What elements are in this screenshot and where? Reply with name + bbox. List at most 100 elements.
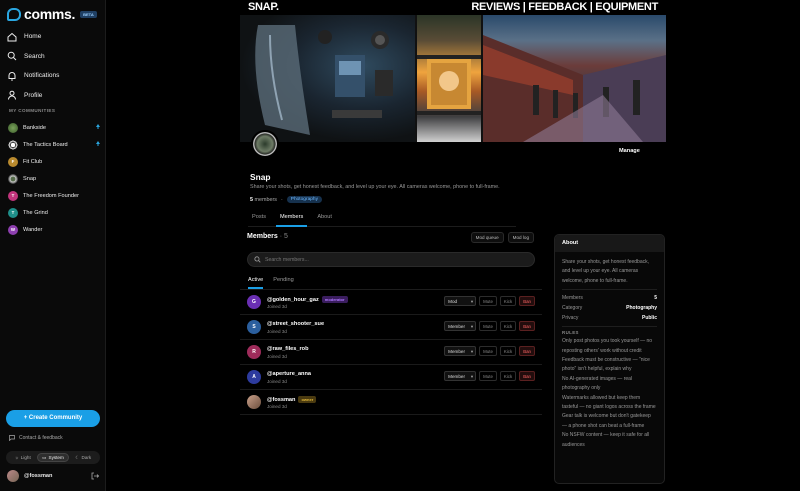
search-members-field[interactable]: Search members...: [247, 252, 535, 267]
community-freedom-founder[interactable]: T The Freedom Founder: [8, 187, 100, 204]
community-label: The Tactics Board: [23, 141, 68, 148]
mod-log-button[interactable]: Mod log: [507, 232, 534, 243]
rule-item: Gear talk is welcome but don't gatekeep …: [562, 413, 651, 429]
ban-button[interactable]: Ban: [519, 346, 535, 356]
search-icon: [7, 51, 17, 61]
rules-title: RULES: [562, 330, 579, 336]
mute-button[interactable]: Mute: [479, 296, 497, 306]
member-joined: Joined 3d: [267, 329, 287, 334]
community-the-grind[interactable]: T The Grind: [8, 204, 100, 221]
nav-home[interactable]: Home: [7, 27, 103, 47]
app-logo[interactable]: comms. BETA: [7, 6, 97, 22]
avatar[interactable]: [247, 395, 261, 409]
community-fit-club[interactable]: F Fit Club: [8, 153, 100, 170]
chat-icon: [9, 435, 15, 441]
mute-button[interactable]: Mute: [479, 346, 497, 356]
community-bankside[interactable]: Bankside: [8, 119, 100, 136]
search-icon: [254, 256, 261, 263]
logout-icon[interactable]: [91, 472, 99, 480]
street-illustration: [483, 35, 666, 142]
kick-button[interactable]: Kick: [499, 321, 517, 331]
rule-item: No AI-generated images — real photograph…: [562, 375, 633, 392]
mute-button[interactable]: Mute: [479, 321, 497, 331]
role-select[interactable]: Member: [444, 346, 477, 356]
community-meta: 5 members · Photography: [250, 196, 322, 203]
community-wander[interactable]: W Wander: [8, 221, 100, 238]
theme-light[interactable]: ☼ Light: [8, 453, 37, 462]
role-select[interactable]: Member: [444, 321, 477, 331]
community-snap[interactable]: Snap: [8, 170, 100, 187]
beta-badge: BETA: [80, 10, 97, 18]
role-select[interactable]: Member: [444, 371, 477, 381]
community-tactics-board[interactable]: The Tactics Board: [8, 136, 100, 153]
manage-button[interactable]: Manage: [619, 148, 640, 154]
category-tag[interactable]: Photography: [286, 196, 322, 203]
community-tabs: Posts Members About: [248, 211, 516, 227]
about-category: Category Photography: [555, 303, 664, 313]
member-handle[interactable]: @golden_hour_gaz: [267, 297, 319, 303]
contact-feedback-link[interactable]: Contact & feedback: [9, 435, 63, 441]
avatar[interactable]: S: [247, 320, 261, 334]
theme-switcher: ☼ Light ▭ System ☾ Dark: [6, 451, 100, 464]
member-actions: Member Mute Kick Ban: [444, 346, 535, 356]
about-privacy: Privacy Public: [555, 313, 664, 323]
member-handle[interactable]: @aperture_anna: [267, 371, 311, 377]
community-avatar: W: [8, 224, 18, 235]
theme-system-label: System: [48, 455, 64, 460]
member-handle[interactable]: @fossman: [267, 397, 295, 403]
theme-dark[interactable]: ☾ Dark: [69, 453, 98, 462]
mute-button[interactable]: Mute: [479, 371, 497, 381]
avatar[interactable]: R: [247, 345, 261, 359]
soccer-ball-icon: [8, 139, 18, 150]
tab-active[interactable]: Active: [248, 275, 264, 289]
site-nav: REVIEWS | FEEDBACK | EQUIPMENT: [471, 1, 658, 13]
kick-button[interactable]: Kick: [499, 346, 517, 356]
about-category-label: Category: [562, 305, 583, 312]
community-banner: [240, 15, 666, 142]
member-handle[interactable]: @street_shooter_sue: [267, 321, 324, 327]
community-avatar-large: [251, 130, 279, 158]
divider: [562, 326, 657, 328]
banner-image-film: [417, 15, 481, 142]
nav-home-label: Home: [24, 33, 42, 41]
tab-about[interactable]: About: [313, 211, 336, 227]
member-name-line: @golden_hour_gaz moderator: [267, 296, 348, 303]
contact-label: Contact & feedback: [19, 435, 63, 441]
ban-button[interactable]: Ban: [519, 321, 535, 331]
ban-button[interactable]: Ban: [519, 371, 535, 381]
tab-members[interactable]: Members: [276, 211, 308, 227]
member-actions: Member Mute Kick Ban: [444, 371, 535, 381]
tab-posts[interactable]: Posts: [248, 211, 270, 227]
tab-pending[interactable]: Pending: [273, 275, 294, 289]
unread-icon: [96, 124, 100, 129]
community-avatar: F: [8, 156, 18, 167]
role-select[interactable]: Mod: [444, 296, 477, 306]
community-avatar: [8, 122, 18, 133]
community-label: The Freedom Founder: [23, 192, 79, 199]
member-status-tabs: Active Pending: [240, 275, 542, 290]
theme-system[interactable]: ▭ System: [37, 453, 69, 462]
community-label: Fit Club: [23, 158, 43, 165]
member-row: R @raw_files_rob Joined 3d Member Mute K…: [240, 340, 542, 365]
current-user[interactable]: @fossman: [7, 470, 99, 482]
nav-profile[interactable]: Profile: [7, 86, 103, 106]
about-members-label: Members: [562, 295, 583, 302]
film-strip-illustration: [417, 55, 481, 115]
chat-bubble-icon: [7, 7, 21, 21]
avatar[interactable]: G: [247, 295, 261, 309]
member-joined: Joined 3d: [267, 304, 287, 309]
nav-search[interactable]: Search: [7, 47, 103, 67]
create-community-button[interactable]: + Create Community: [6, 410, 100, 427]
nav-profile-label: Profile: [24, 91, 43, 99]
kick-button[interactable]: Kick: [499, 296, 517, 306]
nav-notifications[interactable]: Notifications: [7, 66, 103, 86]
kick-button[interactable]: Kick: [499, 371, 517, 381]
ban-button[interactable]: Ban: [519, 296, 535, 306]
meta-separator: ·: [280, 196, 283, 203]
members-heading: Members · 5: [247, 233, 288, 240]
mod-queue-button[interactable]: Mod queue: [470, 232, 504, 243]
avatar[interactable]: A: [247, 370, 261, 384]
member-row: G @golden_hour_gaz moderator Joined 3d M…: [240, 290, 542, 315]
communities-header: MY COMMUNITIES: [9, 108, 56, 113]
member-handle[interactable]: @raw_files_rob: [267, 346, 309, 352]
